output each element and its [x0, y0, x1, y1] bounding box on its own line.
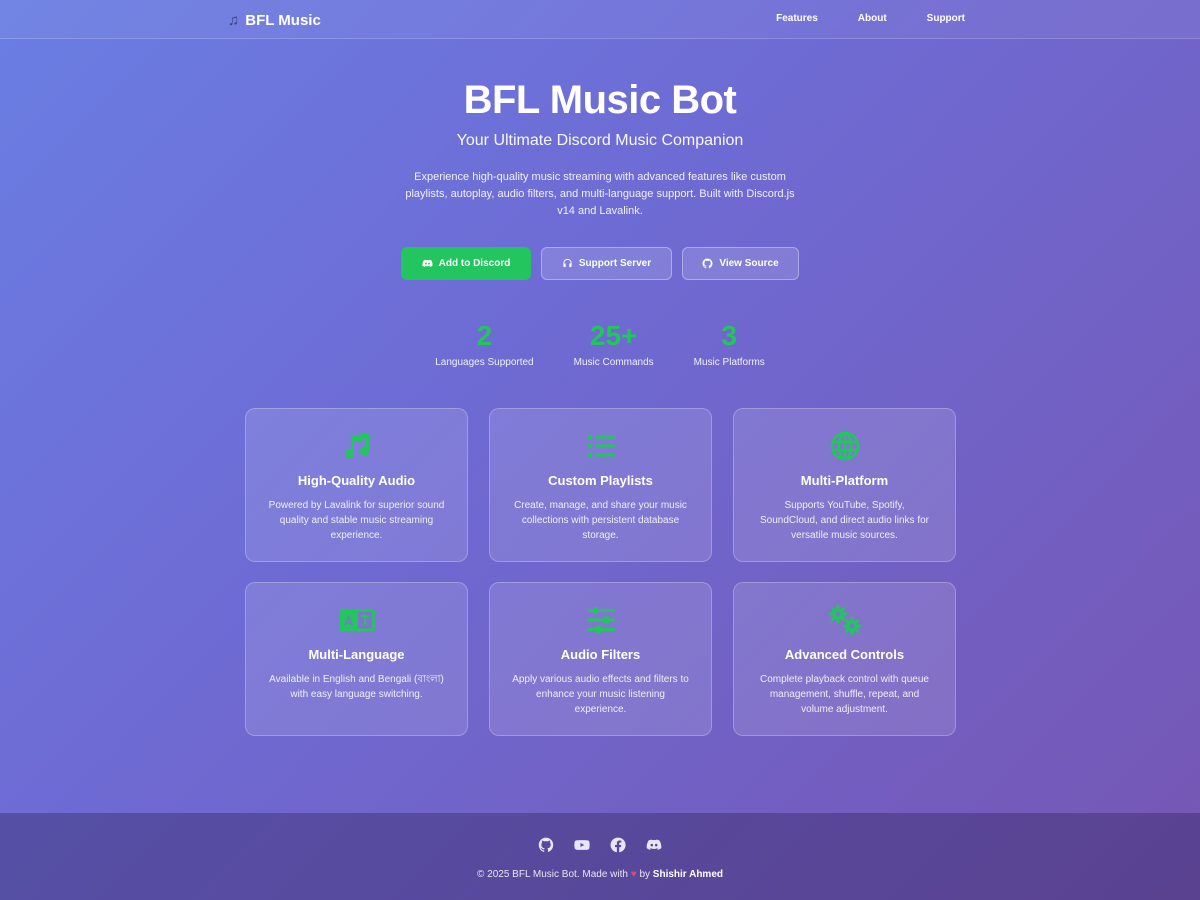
feature-description: Create, manage, and share your music col…: [514, 500, 687, 541]
top-navbar: ♫ BFL Music Features About Support: [0, 0, 1200, 39]
discord-icon: [646, 839, 662, 850]
heart-icon: ♥: [630, 869, 637, 880]
github-link[interactable]: [538, 837, 554, 853]
stat-label: Music Platforms: [693, 357, 765, 368]
add-to-discord-button[interactable]: Add to Discord: [401, 247, 531, 280]
globe-icon: [830, 431, 859, 461]
stat-value: 3: [721, 320, 737, 351]
discord-icon: [422, 259, 433, 267]
language-icon: A: [338, 608, 375, 632]
feature-card-audio: High-Quality Audio Powered by Lavalink f…: [245, 408, 468, 562]
list-icon: [587, 434, 615, 458]
copyright-by: by: [639, 869, 651, 880]
feature-title: Multi-Platform: [800, 473, 889, 488]
stat-platforms: 3 Music Platforms: [694, 320, 765, 368]
copyright: © 2025 BFL Music Bot. Made with ♥ by Shi…: [0, 869, 1200, 880]
hero-description: Experience high-quality music streaming …: [405, 171, 795, 217]
feature-card-language: A Multi-Language Available in English an…: [245, 582, 468, 736]
footer: © 2025 BFL Music Bot. Made with ♥ by Shi…: [0, 813, 1200, 900]
github-icon: [538, 837, 554, 852]
svg-text:A: A: [343, 614, 353, 629]
brand-name: BFL Music: [245, 11, 321, 29]
feature-title: Custom Playlists: [548, 473, 653, 488]
view-source-label: View Source: [719, 258, 779, 269]
feature-card-platform: Multi-Platform Supports YouTube, Spotify…: [733, 408, 956, 562]
feature-card-filters: Audio Filters Apply various audio effect…: [489, 582, 712, 736]
feature-title: High-Quality Audio: [297, 473, 416, 488]
feature-title: Multi-Language: [308, 647, 405, 662]
youtube-link[interactable]: [574, 837, 590, 853]
music-note-icon: [344, 433, 369, 459]
hero-buttons: Add to Discord Support Server View Sourc…: [0, 247, 1200, 280]
social-links: [0, 837, 1200, 853]
stat-label: Languages Supported: [435, 357, 534, 368]
nav-link-about[interactable]: About: [858, 13, 887, 24]
stat-commands: 25+ Music Commands: [574, 320, 654, 368]
facebook-link[interactable]: [610, 837, 626, 853]
brand-logo[interactable]: ♫ BFL Music: [228, 10, 321, 30]
support-server-label: Support Server: [578, 258, 652, 269]
features-grid: High-Quality Audio Powered by Lavalink f…: [245, 408, 956, 736]
feature-description: Apply various audio effects and filters …: [512, 674, 689, 715]
music-note-icon: ♫: [228, 11, 240, 29]
feature-description: Supports YouTube, Spotify, SoundCloud, a…: [760, 500, 929, 541]
nav-links: Features About Support: [776, 13, 965, 24]
stat-value: 2: [476, 320, 493, 351]
author-name[interactable]: Shishir Ahmed: [653, 869, 723, 880]
stat-label: Music Commands: [573, 357, 654, 368]
support-server-button[interactable]: Support Server: [541, 247, 672, 280]
headset-icon: [563, 258, 572, 268]
stat-value: 25+: [589, 320, 638, 351]
discord-link[interactable]: [646, 837, 662, 853]
github-icon: [702, 258, 713, 269]
sliders-icon: [586, 607, 615, 633]
stat-languages: 2 Languages Supported: [435, 320, 533, 368]
feature-title: Audio Filters: [560, 647, 641, 662]
hero-subtitle: Your Ultimate Discord Music Companion: [456, 132, 744, 149]
copyright-text: © 2025 BFL Music Bot. Made with: [477, 869, 628, 880]
feature-description: Available in English and Bengali (বাংলা)…: [269, 674, 444, 700]
add-to-discord-label: Add to Discord: [438, 258, 511, 269]
feature-description: Powered by Lavalink for superior sound q…: [268, 500, 445, 541]
nav-link-features[interactable]: Features: [776, 13, 818, 24]
feature-title: Advanced Controls: [784, 647, 905, 662]
nav-link-support[interactable]: Support: [927, 13, 965, 24]
gears-icon: [828, 605, 861, 635]
feature-card-controls: Advanced Controls Complete playback cont…: [733, 582, 956, 736]
stats-row: 2 Languages Supported 25+ Music Commands…: [0, 320, 1200, 368]
view-source-button[interactable]: View Source: [682, 247, 799, 280]
youtube-icon: [574, 840, 590, 850]
facebook-icon: [610, 837, 626, 853]
hero-title: BFL Music Bot: [463, 78, 737, 122]
feature-card-playlists: Custom Playlists Create, manage, and sha…: [489, 408, 712, 562]
feature-description: Complete playback control with queue man…: [760, 674, 929, 715]
